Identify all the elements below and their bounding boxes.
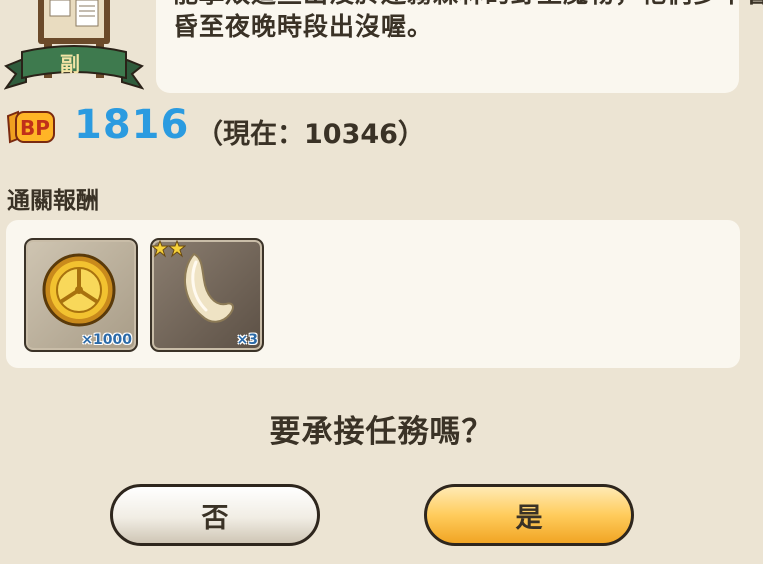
- bp-cost-value: 1816: [74, 102, 190, 148]
- reward-item-gold-coin[interactable]: ×1000: [24, 238, 138, 352]
- bp-current-value: （現在：10346）: [196, 119, 425, 150]
- rewards-panel: ×1000 ×3: [6, 220, 740, 368]
- rarity-stars-icon: [152, 240, 186, 258]
- yes-button[interactable]: 是: [424, 484, 634, 546]
- reward-qty: ×3: [236, 332, 258, 348]
- bp-cost-row: BP 1816 （現在：10346）: [6, 102, 706, 150]
- yes-button-label: 是: [515, 502, 543, 534]
- bp-icon: BP: [6, 110, 55, 144]
- quest-description-panel: 能擊敗這些出沒於迷霧森林的野生魔物，牠們多半會在 昏至夜晚時段出沒喔。: [156, 0, 763, 93]
- reward-item-fang[interactable]: ×3: [150, 238, 264, 352]
- sub-quest-badge-icon: [4, 0, 144, 90]
- reward-qty: ×1000: [81, 332, 132, 348]
- no-button-label: 否: [201, 502, 229, 534]
- accept-quest-question: 要承接任務嗎？: [269, 414, 494, 450]
- quest-description-line: 昏至夜晚時段出沒喔。: [173, 12, 434, 41]
- sub-quest-badge-label: 副: [60, 52, 80, 76]
- rewards-title: 通關報酬: [7, 188, 99, 214]
- bp-icon-label: BP: [20, 116, 50, 140]
- quest-description-top-line: 能擊敗這些出沒於迷霧森林的野生魔物，牠們多半會在: [173, 0, 763, 10]
- no-button[interactable]: 否: [110, 484, 320, 546]
